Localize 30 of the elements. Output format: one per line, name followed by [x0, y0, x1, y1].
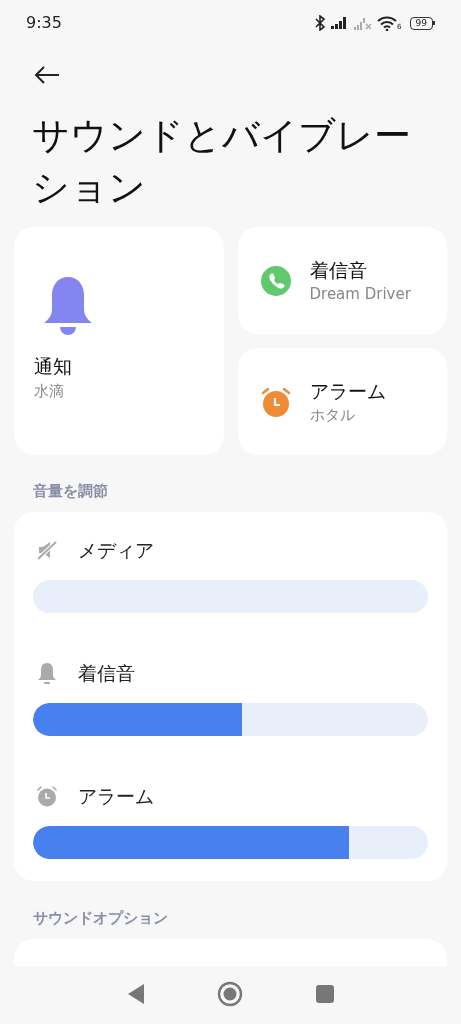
wifi-icon: [377, 15, 398, 31]
battery-indicator: 99: [409, 16, 435, 30]
recents-nav-button[interactable]: [314, 984, 335, 1004]
card-subtitle: Dream Driver: [309, 283, 411, 305]
slider-label: 着信音: [78, 661, 135, 686]
page-title: サウンドとバイブレーション: [31, 113, 412, 211]
card-title: 着信音: [309, 257, 368, 283]
slider-label: メディア: [78, 538, 154, 563]
volume-slider[interactable]: [33, 826, 428, 859]
card-subtitle: 水滴: [34, 381, 65, 402]
section-header: 音量を調節: [32, 481, 109, 502]
back-nav-button[interactable]: [126, 983, 145, 1005]
volume-slider[interactable]: [33, 703, 428, 736]
card-title: アラーム: [309, 378, 386, 404]
notification-card[interactable]: 通知 水滴: [14, 227, 224, 455]
card-title: 通知: [34, 354, 73, 379]
alarm-clock-icon: [36, 785, 58, 807]
alarm-card[interactable]: アラーム ホタル: [237, 348, 447, 455]
section-header: サウンドオプション: [32, 908, 169, 929]
status-time: 9:35: [26, 12, 62, 34]
card-subtitle: ホタル: [309, 404, 356, 426]
no-signal-icon: [354, 16, 373, 30]
phone-icon: [259, 264, 292, 297]
muted-speaker-icon: [36, 539, 58, 561]
ringtone-card[interactable]: 着信音 Dream Driver: [237, 227, 447, 334]
home-nav-button[interactable]: [216, 981, 243, 1007]
alarm-clock-icon: [259, 385, 292, 418]
bluetooth-icon: [315, 15, 327, 31]
bell-icon: [36, 662, 58, 684]
slider-label: アラーム: [78, 784, 154, 809]
